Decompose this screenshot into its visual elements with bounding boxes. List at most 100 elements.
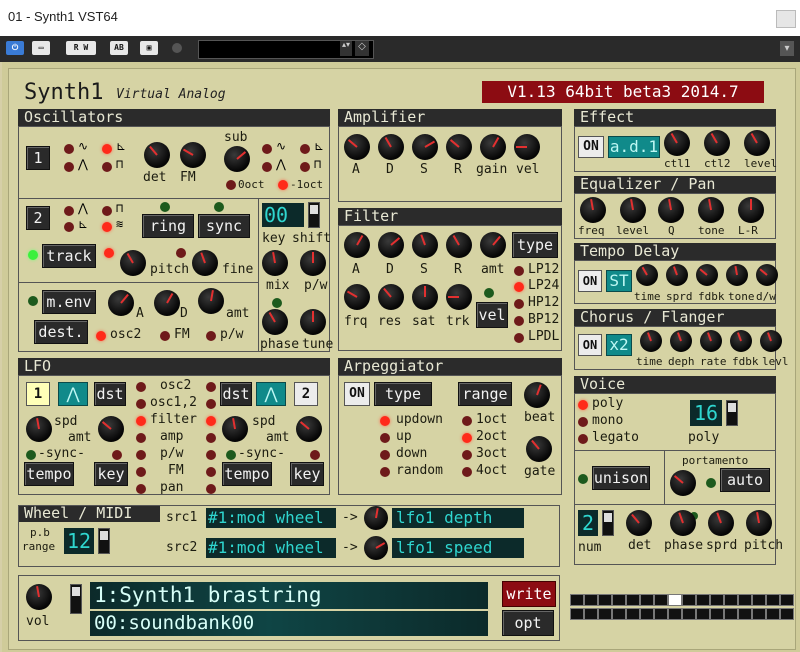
filter-frq-knob[interactable] xyxy=(344,284,370,310)
lfo1-dest-pan-led[interactable] xyxy=(136,484,146,494)
track-led[interactable] xyxy=(28,250,38,260)
osc1-det-knob[interactable] xyxy=(144,142,170,168)
opt-button[interactable]: opt xyxy=(502,610,554,636)
ring-led[interactable] xyxy=(160,202,170,212)
unison-det-knob[interactable] xyxy=(626,510,652,536)
osc1-fm-knob[interactable] xyxy=(180,142,206,168)
amp-a-knob[interactable] xyxy=(344,134,370,160)
osc1-wave-saw-led[interactable] xyxy=(64,144,74,154)
unison-sprd-knob[interactable] xyxy=(708,510,734,536)
lfo2-spd-knob[interactable] xyxy=(222,416,248,442)
eq-lr-knob[interactable] xyxy=(738,197,764,223)
sub-wave-saw-led[interactable] xyxy=(262,144,272,154)
lfo2-dest-pan-led[interactable] xyxy=(206,484,216,494)
track-button[interactable]: track xyxy=(42,244,96,268)
amp-gain-knob[interactable] xyxy=(480,134,506,160)
unison-num-display[interactable]: 2 xyxy=(578,510,598,536)
effect-on-button[interactable]: ON xyxy=(578,136,604,158)
sync-led[interactable] xyxy=(214,202,224,212)
arp-up-led[interactable] xyxy=(380,433,390,443)
menv-button[interactable]: m.env xyxy=(42,290,96,314)
chorus-time-knob[interactable] xyxy=(640,330,662,352)
filter-type-button[interactable]: type xyxy=(512,232,558,258)
unison-phase-knob[interactable] xyxy=(670,510,696,536)
delay-time-knob[interactable] xyxy=(636,264,658,286)
chorus-mode-display[interactable]: x2 xyxy=(606,334,632,356)
lfo2-dest-fm-led[interactable] xyxy=(206,467,216,477)
sub-wave-pulse-led[interactable] xyxy=(300,162,310,172)
arp-type-button[interactable]: type xyxy=(374,382,432,406)
delay-fdbk-knob[interactable] xyxy=(696,264,718,286)
filter-hp12-led[interactable] xyxy=(514,299,524,309)
dst1-select[interactable]: lfo1 depth xyxy=(392,508,524,528)
pb-range-display[interactable]: 12 xyxy=(64,528,94,554)
arp-updown-led[interactable] xyxy=(380,416,390,426)
preset-stepper[interactable]: ▴▾ xyxy=(340,41,352,56)
sub-wave-tri-led[interactable] xyxy=(262,162,272,172)
lfo2-dest-osc12-led[interactable] xyxy=(206,399,216,409)
bank-name-display[interactable]: 00:soundbank00 xyxy=(90,611,488,636)
amp-s-knob[interactable] xyxy=(412,134,438,160)
chorus-deph-knob[interactable] xyxy=(670,330,692,352)
voice-poly-led[interactable] xyxy=(578,400,588,410)
filter-lp24-led[interactable] xyxy=(514,282,524,292)
chorus-on-button[interactable]: ON xyxy=(578,334,602,356)
filter-d-knob[interactable] xyxy=(378,232,404,258)
sub-wave-square-led[interactable] xyxy=(300,144,310,154)
filter-s-knob[interactable] xyxy=(412,232,438,258)
fine-knob[interactable] xyxy=(192,250,218,276)
osc1-button[interactable]: 1 xyxy=(26,146,50,170)
eq-level-knob[interactable] xyxy=(620,197,646,223)
dest-pw-led[interactable] xyxy=(206,331,216,341)
pw-knob[interactable] xyxy=(300,250,326,276)
osc2-button[interactable]: 2 xyxy=(26,206,50,230)
voice-legato-led[interactable] xyxy=(578,434,588,444)
ring-button[interactable]: ring xyxy=(142,214,194,238)
lfo1-key-button[interactable]: key xyxy=(94,462,128,486)
lfo1-dest-pw-led[interactable] xyxy=(136,450,146,460)
osc2-wave-tri-led[interactable] xyxy=(64,222,74,232)
filter-lpdl-led[interactable] xyxy=(514,333,524,343)
unison-pitch-knob[interactable] xyxy=(746,510,772,536)
filter-sat-knob[interactable] xyxy=(412,284,438,310)
lfo2-dest-filter-led[interactable] xyxy=(206,416,216,426)
src1-amount-knob[interactable] xyxy=(364,506,388,530)
lfo1-dst-button[interactable]: dst xyxy=(94,382,126,406)
eq-q-knob[interactable] xyxy=(658,197,684,223)
src2-select[interactable]: #1:mod wheel xyxy=(206,538,336,558)
arp-random-led[interactable] xyxy=(380,467,390,477)
lfo2-button[interactable]: 2 xyxy=(294,382,318,406)
filter-trk-knob[interactable] xyxy=(446,284,472,310)
src2-amount-knob[interactable] xyxy=(364,536,388,560)
diamond-icon[interactable]: ◇ xyxy=(355,41,369,56)
unison-num-slider[interactable] xyxy=(602,510,614,536)
filter-vel-button[interactable]: vel xyxy=(476,302,508,328)
arp-3oct-led[interactable] xyxy=(462,450,472,460)
sync-button[interactable]: sync xyxy=(198,214,250,238)
lfo1-button[interactable]: 1 xyxy=(26,382,50,406)
read-write-button[interactable]: R W xyxy=(66,41,96,55)
unison-led[interactable] xyxy=(578,474,588,484)
sub-0oct-led[interactable] xyxy=(226,180,236,190)
osc2-wave-square-led[interactable] xyxy=(102,206,112,216)
key-shift-slider[interactable] xyxy=(308,202,320,228)
arp-gate-knob[interactable] xyxy=(526,436,552,462)
filter-r-knob[interactable] xyxy=(446,232,472,258)
arp-down-led[interactable] xyxy=(380,450,390,460)
osc2-wave-noise-led[interactable] xyxy=(102,222,112,232)
osc1-wave-pulse-led[interactable] xyxy=(102,162,112,172)
filter-lp12-led[interactable] xyxy=(514,266,524,276)
osc1-wave-tri-led[interactable] xyxy=(64,162,74,172)
voice-mono-led[interactable] xyxy=(578,417,588,427)
effect-level-knob[interactable] xyxy=(744,130,770,156)
pitch-led[interactable] xyxy=(104,248,114,258)
eq-freq-knob[interactable] xyxy=(580,197,606,223)
lfo2-tempo-button[interactable]: tempo xyxy=(222,462,272,486)
lfo2-key-button[interactable]: key xyxy=(290,462,324,486)
effect-ctl2-knob[interactable] xyxy=(704,130,730,156)
lfo1-key-led[interactable] xyxy=(112,450,122,460)
pb-range-slider[interactable] xyxy=(98,528,110,554)
portamento-knob[interactable] xyxy=(670,470,696,496)
lfo1-dest-osc2-led[interactable] xyxy=(136,382,146,392)
lfo2-dest-osc2-led[interactable] xyxy=(206,382,216,392)
